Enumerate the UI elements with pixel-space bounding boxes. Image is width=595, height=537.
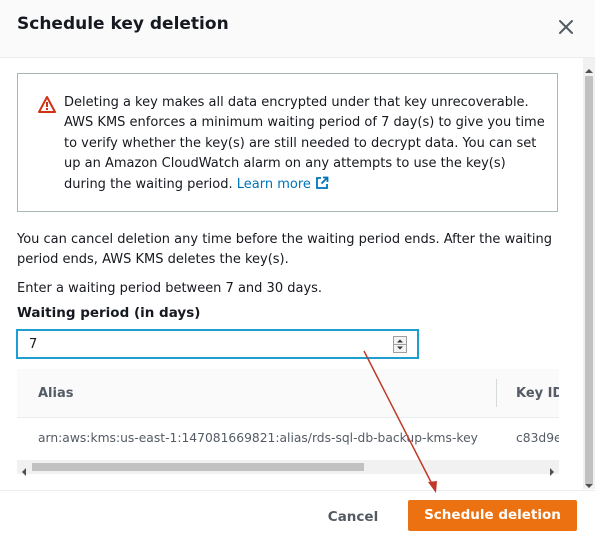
column-divider[interactable] — [496, 379, 497, 407]
dialog-title: Schedule key deletion — [17, 14, 229, 34]
key-id-cell: c83d9e — [516, 431, 559, 445]
warning-alert: Deleting a key makes all data encrypted … — [17, 73, 558, 212]
waiting-period-label: Waiting period (in days) — [17, 305, 201, 321]
column-header-key-id: Key ID — [516, 386, 559, 401]
waiting-period-value[interactable]: 7 — [29, 337, 37, 352]
learn-more-link[interactable]: Learn more — [237, 176, 329, 192]
table-row: arn:aws:kms:us-east-1:147081669821:alias… — [17, 418, 559, 460]
horizontal-scrollbar[interactable] — [17, 460, 559, 476]
table-header: Alias Key ID — [17, 369, 559, 418]
range-hint-text: Enter a waiting period between 7 and 30 … — [17, 281, 323, 296]
scroll-down-icon[interactable] — [584, 476, 594, 488]
warning-icon — [38, 96, 56, 113]
cancel-button[interactable]: Cancel — [318, 506, 388, 528]
vertical-scrollbar[interactable] — [583, 58, 595, 489]
alias-cell: arn:aws:kms:us-east-1:147081669821:alias… — [38, 431, 478, 445]
waiting-period-input[interactable]: 7 — [16, 329, 419, 359]
cancel-info-text: You can cancel deletion any time before … — [17, 232, 552, 267]
dialog-header: Schedule key deletion — [0, 0, 595, 58]
scrollbar-thumb[interactable] — [585, 76, 593, 484]
alert-message: Deleting a key makes all data encrypted … — [64, 93, 548, 195]
scroll-right-icon[interactable] — [547, 462, 557, 476]
number-stepper[interactable] — [393, 336, 407, 353]
external-link-icon[interactable] — [315, 176, 329, 190]
dialog-footer: Cancel Schedule deletion — [0, 490, 595, 537]
close-icon[interactable] — [556, 16, 576, 38]
scroll-up-icon[interactable] — [584, 61, 594, 73]
schedule-deletion-button[interactable]: Schedule deletion — [408, 500, 577, 531]
column-header-alias: Alias — [38, 386, 74, 401]
learn-more-label[interactable]: Learn more — [237, 177, 311, 192]
keys-table: Alias Key ID arn:aws:kms:us-east-1:14708… — [17, 369, 559, 480]
horizontal-scrollbar-thumb[interactable] — [32, 463, 364, 471]
scroll-left-icon[interactable] — [19, 462, 29, 476]
